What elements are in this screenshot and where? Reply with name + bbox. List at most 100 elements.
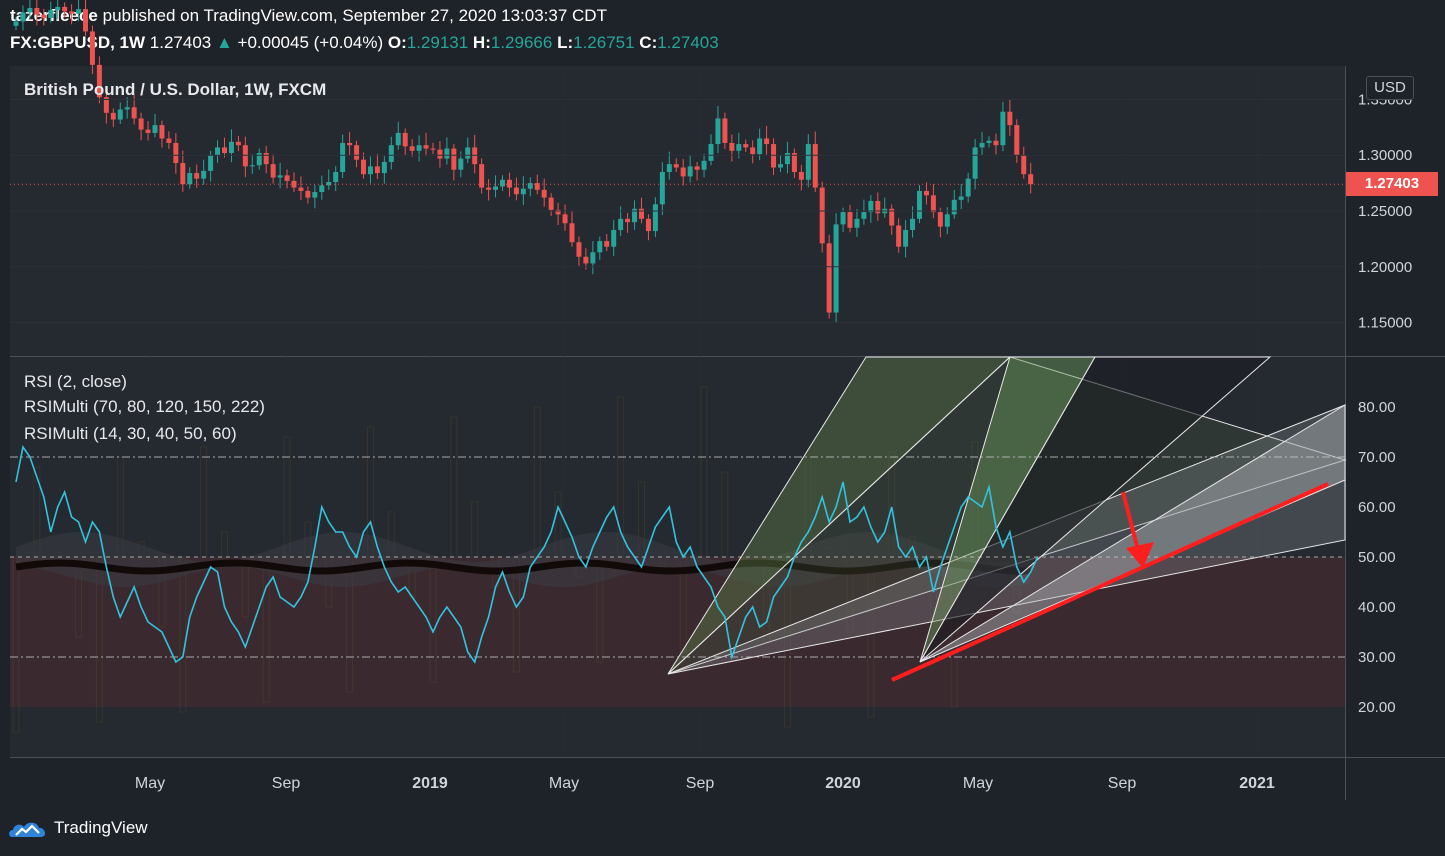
candle-body (506, 179, 512, 188)
candle-body (1000, 111, 1006, 146)
candle-body (500, 179, 505, 187)
candle-body (826, 243, 832, 313)
candle-body (201, 170, 207, 179)
candle-body (910, 218, 916, 230)
candle-body (597, 241, 603, 253)
candle-body (541, 189, 547, 198)
candle-body (48, 10, 54, 19)
candle-body (715, 118, 721, 145)
indicator-rsimulti-long-label[interactable]: RSIMulti (70, 80, 120, 150, 222) (24, 397, 265, 417)
candle-body (701, 160, 707, 170)
candle-body (458, 158, 464, 170)
candle-body (694, 166, 700, 170)
currency-button[interactable]: USD (1366, 76, 1414, 100)
candle-body (993, 140, 999, 146)
candle-body (83, 9, 88, 32)
rsi-tick-label: 40.00 (1358, 599, 1396, 616)
candle-body (722, 118, 728, 143)
candle-body (215, 147, 221, 156)
time-tick-label: May (549, 775, 579, 792)
candle-body (117, 109, 123, 120)
main-pane-title: British Pound / U.S. Dollar, 1W, FXCM (24, 80, 327, 99)
candle-body (757, 138, 763, 155)
candle-body (159, 125, 165, 139)
candle-body (951, 199, 957, 215)
candle-body (340, 142, 346, 172)
candle-body (208, 155, 214, 171)
candle-body (666, 164, 672, 172)
candle-body (639, 208, 644, 219)
candle-body (979, 142, 985, 148)
candle-body (833, 224, 839, 313)
candle-body (805, 144, 811, 180)
candle-body (944, 214, 950, 227)
candle-body (778, 164, 783, 168)
candle-body (930, 195, 936, 213)
indicator-rsimulti-short-label[interactable]: RSIMulti (14, 30, 40, 50, 60) (24, 424, 237, 444)
candle-body (277, 175, 283, 178)
candle-body (472, 147, 478, 165)
candle-body (958, 196, 964, 200)
tradingview-cloud-icon (9, 822, 46, 837)
candle-body (131, 107, 137, 119)
candle-body (284, 175, 290, 181)
candle-body (965, 178, 971, 197)
candle-body (645, 218, 651, 232)
candle-body (673, 164, 679, 168)
candle-body (27, 8, 33, 13)
candle-body (409, 146, 415, 151)
candle-body (76, 9, 82, 14)
time-tick-label: May (135, 775, 165, 792)
candle-body (249, 165, 255, 167)
candle-body (62, 6, 68, 12)
candle-body (374, 166, 380, 174)
candle-body (437, 149, 443, 159)
candle-body (69, 11, 75, 14)
candle-body (1007, 111, 1013, 126)
candle-body (659, 171, 665, 205)
candle-body (917, 190, 922, 219)
candle-body (305, 190, 311, 198)
candle-body (562, 214, 568, 224)
candle-body (124, 107, 130, 110)
price-tick-label: 1.20000 (1358, 259, 1412, 276)
time-tick-label: 2021 (1239, 775, 1275, 792)
candle-body (798, 171, 804, 180)
price-tick-label: 1.25000 (1358, 203, 1412, 220)
candle-body (326, 182, 332, 186)
candle-body (1028, 174, 1034, 185)
rsi-tick-label: 20.00 (1358, 699, 1396, 716)
candle-body (625, 218, 631, 223)
candle-body (138, 118, 144, 130)
candle-body (465, 147, 471, 159)
candle-body (576, 242, 582, 257)
time-tick-label: Sep (1108, 775, 1137, 792)
candle-body (145, 129, 151, 133)
candle-body (569, 223, 575, 243)
candle-body (55, 6, 61, 11)
rsi-tick-label: 60.00 (1358, 499, 1396, 516)
time-tick-label: 2019 (412, 775, 448, 792)
candle-body (791, 153, 797, 172)
price-tick-label: 1.15000 (1358, 315, 1412, 332)
tradingview-logo[interactable]: TradingView (8, 815, 148, 841)
candle-body (416, 145, 422, 151)
candle-body (430, 148, 436, 150)
candle-body (34, 8, 40, 15)
candle-body (784, 153, 790, 165)
candle-body (263, 153, 269, 165)
candle-body (736, 144, 742, 151)
candle-body (493, 186, 499, 190)
candle-body (590, 252, 596, 264)
candle-body (729, 142, 735, 151)
candle-body (687, 166, 693, 177)
candle-body (395, 132, 401, 146)
candle-body (652, 204, 658, 232)
last-price-tag: 1.27403 (1346, 172, 1438, 197)
candle-body (819, 187, 825, 244)
candle-body (402, 132, 408, 147)
indicator-rsi-label[interactable]: RSI (2, close) (24, 372, 127, 392)
candle-body (333, 171, 339, 182)
candle-body (423, 145, 429, 149)
candle-body (479, 164, 485, 188)
